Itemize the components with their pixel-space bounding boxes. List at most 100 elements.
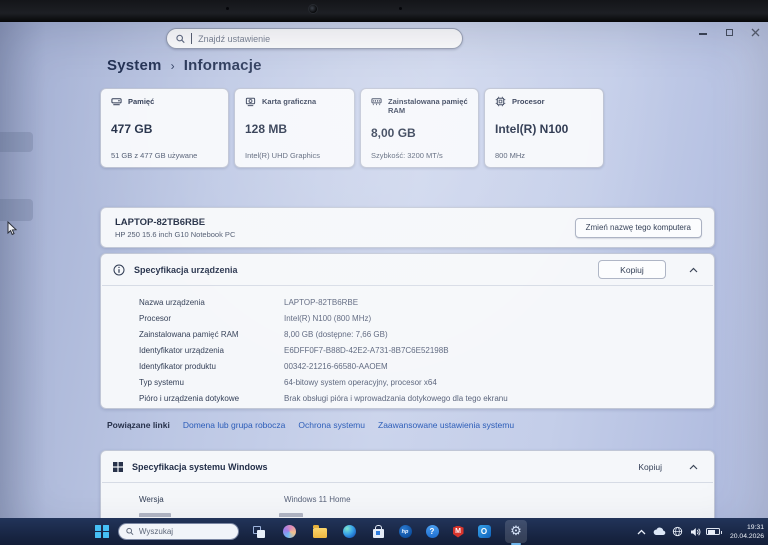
outlook-icon: O bbox=[478, 525, 491, 538]
copy-device-spec-button[interactable]: Kopiuj bbox=[598, 260, 666, 279]
edge-button[interactable] bbox=[341, 518, 357, 545]
card-subtitle: 51 GB z 477 GB używane bbox=[111, 151, 218, 160]
gpu-icon bbox=[245, 96, 256, 107]
spec-label: Identyfikator produktu bbox=[139, 362, 284, 371]
collapse-windows-spec[interactable] bbox=[689, 464, 698, 470]
gear-icon: ⚙ bbox=[510, 525, 522, 538]
spec-label: Wersja bbox=[139, 495, 284, 504]
spec-row: Identyfikator produktu 00342-21216-66580… bbox=[101, 358, 714, 374]
minimize-icon bbox=[699, 33, 707, 35]
onedrive-cloud-icon bbox=[653, 527, 666, 536]
active-app-indicator bbox=[511, 543, 521, 545]
card-title: Pamięć bbox=[128, 97, 154, 106]
window-controls bbox=[698, 24, 760, 40]
device-spec-rows: Nazwa urządzenia LAPTOP-82TB6RBE Proceso… bbox=[101, 286, 714, 406]
copilot-icon bbox=[283, 525, 296, 538]
info-icon bbox=[113, 264, 125, 276]
rename-pc-button[interactable]: Zmień nazwę tego komputera bbox=[575, 218, 702, 238]
mcafee-button[interactable]: M bbox=[450, 518, 466, 545]
taskbar-left bbox=[95, 518, 239, 545]
taskbar-search-input[interactable] bbox=[139, 527, 231, 536]
chevron-up-icon bbox=[689, 267, 698, 273]
spec-row: Pióro i urządzenia dotykowe Brak obsługi… bbox=[101, 390, 714, 406]
spec-label: Pióro i urządzenia dotykowe bbox=[139, 394, 284, 403]
network-globe-icon bbox=[672, 526, 683, 537]
spec-row: Nazwa urządzenia LAPTOP-82TB6RBE bbox=[101, 294, 714, 310]
search-icon bbox=[126, 527, 134, 536]
taskbar-clock[interactable]: 19:31 20.04.2026 bbox=[722, 523, 764, 541]
minimize-button[interactable] bbox=[698, 27, 708, 37]
storage-icon bbox=[111, 96, 122, 107]
volume-button[interactable] bbox=[686, 518, 704, 545]
card-subtitle: Intel(R) UHD Graphics bbox=[245, 151, 344, 160]
tray-overflow-button[interactable] bbox=[632, 518, 650, 545]
collapse-device-spec[interactable] bbox=[689, 267, 698, 273]
card-title: Procesor bbox=[512, 97, 545, 106]
laptop-bezel bbox=[0, 0, 768, 22]
card-value: 128 MB bbox=[245, 122, 344, 136]
close-button[interactable] bbox=[750, 27, 760, 37]
battery-button[interactable] bbox=[704, 518, 722, 545]
card-title: Karta graficzna bbox=[262, 97, 316, 106]
spec-value: 00342-21216-66580-AAOEM bbox=[284, 362, 388, 371]
card-cpu[interactable]: Procesor Intel(R) N100 800 MHz bbox=[484, 88, 604, 168]
copy-windows-spec-button[interactable]: Kopiuj bbox=[634, 462, 666, 472]
link-domain-workgroup[interactable]: Domena lub grupa robocza bbox=[183, 420, 286, 430]
search-icon bbox=[176, 34, 185, 44]
settings-app-button[interactable]: ⚙ bbox=[505, 520, 527, 543]
spec-value: Windows 11 Home bbox=[284, 495, 351, 504]
mouse-cursor bbox=[7, 221, 18, 236]
network-button[interactable] bbox=[668, 518, 686, 545]
windows-icon bbox=[113, 462, 123, 472]
chevron-up-icon bbox=[689, 464, 698, 470]
card-ram[interactable]: Zainstalowana pamięć RAM 8,00 GB Szybkoś… bbox=[360, 88, 479, 168]
device-name-panel: LAPTOP-82TB6RBE HP 250 15.6 inch G10 Not… bbox=[100, 207, 715, 248]
cpu-icon bbox=[495, 96, 506, 107]
ram-icon bbox=[371, 96, 382, 107]
hp-icon: hp bbox=[399, 525, 412, 538]
get-help-button[interactable]: ? bbox=[424, 518, 440, 545]
spec-label: Typ systemu bbox=[139, 378, 284, 387]
link-advanced-system-settings[interactable]: Zaawansowane ustawienia systemu bbox=[378, 420, 514, 430]
related-links: Powiązane linki Domena lub grupa robocza… bbox=[107, 420, 514, 430]
card-value: Intel(R) N100 bbox=[495, 122, 593, 136]
card-storage[interactable]: Pamięć 477 GB 51 GB z 477 GB używane bbox=[100, 88, 229, 168]
left-edge-remnant bbox=[0, 132, 33, 152]
windows-spec-header[interactable]: Specyfikacja systemu Windows Kopiuj bbox=[101, 451, 714, 482]
help-icon: ? bbox=[426, 525, 439, 538]
maximize-button[interactable] bbox=[724, 27, 734, 37]
card-gpu[interactable]: Karta graficzna 128 MB Intel(R) UHD Grap… bbox=[234, 88, 355, 168]
device-spec-header[interactable]: Specyfikacja urządzenia Kopiuj bbox=[101, 254, 714, 285]
summary-cards: Pamięć 477 GB 51 GB z 477 GB używane Kar… bbox=[100, 88, 604, 168]
file-explorer-button[interactable] bbox=[312, 518, 328, 545]
task-view-button[interactable] bbox=[251, 518, 267, 545]
spec-label: Zainstalowana pamięć RAM bbox=[139, 330, 284, 339]
card-value: 8,00 GB bbox=[371, 126, 468, 140]
onedrive-button[interactable] bbox=[650, 518, 668, 545]
spec-value: Brak obsługi pióra i wprowadzania dotyko… bbox=[284, 394, 508, 403]
outlook-button[interactable]: O bbox=[476, 518, 492, 545]
windows-spec-title: Specyfikacja systemu Windows bbox=[132, 462, 267, 472]
card-subtitle: 800 MHz bbox=[495, 151, 593, 160]
card-value: 477 GB bbox=[111, 122, 218, 136]
settings-search-input[interactable] bbox=[198, 34, 453, 44]
close-icon bbox=[751, 28, 760, 37]
start-button[interactable] bbox=[95, 525, 109, 539]
mic-hole bbox=[226, 7, 229, 10]
clipped-row bbox=[139, 513, 714, 517]
hp-app-button[interactable]: hp bbox=[397, 518, 413, 545]
settings-search[interactable] bbox=[166, 28, 463, 49]
device-spec-panel: Specyfikacja urządzenia Kopiuj Nazwa urz… bbox=[100, 253, 715, 409]
link-system-protection[interactable]: Ochrona systemu bbox=[298, 420, 365, 430]
edge-icon bbox=[343, 525, 356, 538]
microsoft-store-button[interactable] bbox=[370, 518, 386, 545]
chevron-up-icon bbox=[637, 529, 646, 535]
spec-row: Wersja Windows 11 Home bbox=[101, 491, 714, 507]
taskbar: hp ? M O ⚙ bbox=[0, 518, 768, 545]
copilot-button[interactable] bbox=[281, 518, 297, 545]
taskbar-search[interactable] bbox=[118, 523, 239, 540]
breadcrumb-system[interactable]: System bbox=[107, 57, 162, 74]
clock-date: 20.04.2026 bbox=[722, 532, 764, 541]
system-tray: 19:31 20.04.2026 bbox=[632, 518, 766, 545]
spec-label: Identyfikator urządzenia bbox=[139, 346, 284, 355]
